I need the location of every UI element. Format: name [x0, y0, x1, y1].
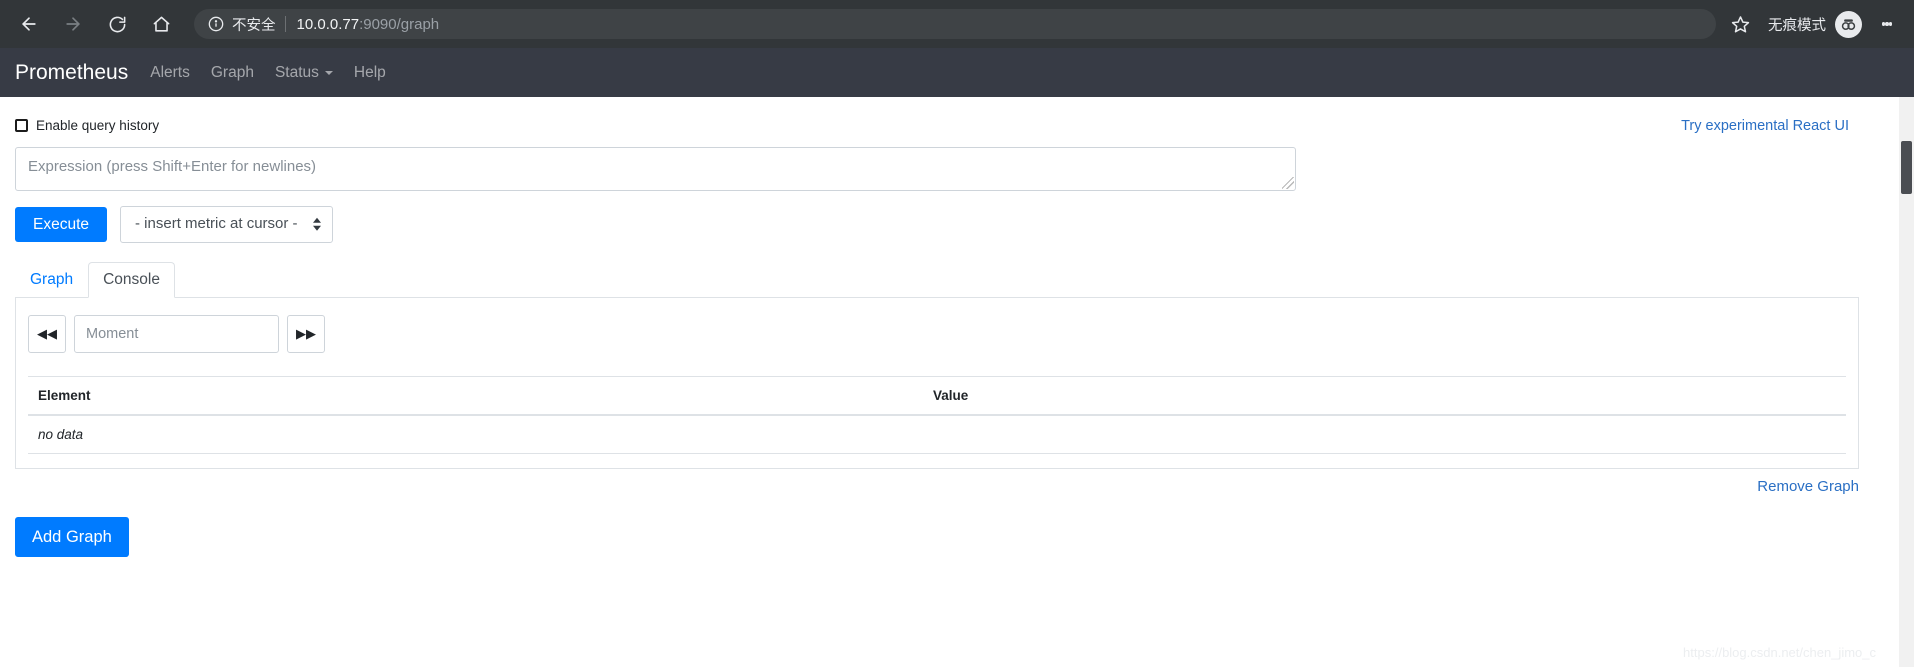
column-header-value: Value — [933, 375, 1846, 416]
table-row: no data — [28, 414, 1846, 454]
url-host: 10.0.0.77 — [296, 15, 360, 33]
url-text: 10.0.0.77:9090/graph — [297, 16, 440, 33]
incognito-spy-icon — [1835, 10, 1862, 38]
moment-controls-row: ◀◀ ▶▶ — [28, 314, 1846, 353]
reload-icon — [109, 16, 125, 32]
star-icon — [1731, 15, 1749, 33]
prometheus-navbar: Prometheus Alerts Graph Status Help — [0, 48, 1914, 97]
back-arrow-icon — [22, 17, 36, 31]
result-table-head: Element Value — [28, 375, 1846, 416]
step-backward-button[interactable]: ◀◀ — [28, 314, 66, 353]
try-react-ui-link[interactable]: Try experimental React UI — [1681, 118, 1849, 134]
nav-item-help-label: Help — [353, 63, 386, 81]
insert-metric-select[interactable]: - insert metric at cursor - — [120, 206, 334, 243]
add-graph-button[interactable]: Add Graph — [15, 516, 129, 557]
remove-graph-link[interactable]: Remove Graph — [1757, 478, 1859, 495]
metric-select-wrapper: - insert metric at cursor - — [120, 206, 334, 243]
incognito-label: 无痕模式 — [1768, 17, 1826, 34]
page-scrollbar[interactable] — [1899, 97, 1914, 667]
nav-item-status[interactable]: Status — [275, 64, 333, 82]
info-circle-icon[interactable] — [208, 16, 224, 32]
enable-query-history-checkbox[interactable] — [15, 119, 28, 132]
home-icon — [153, 16, 169, 32]
result-table: Element Value no data — [28, 375, 1846, 454]
watermark-text: https://blog.csdn.net/chen_jimo_c — [1683, 645, 1876, 660]
back-button[interactable] — [12, 7, 46, 41]
view-tabs: Graph Console — [15, 261, 1899, 298]
nav-item-status-label: Status — [274, 63, 319, 81]
no-data-cell: no data — [28, 414, 1846, 454]
reload-button[interactable] — [100, 7, 134, 41]
nav-item-alerts-label: Alerts — [150, 63, 190, 81]
expression-input[interactable] — [15, 147, 1296, 191]
bookmark-button[interactable] — [1724, 8, 1756, 40]
remove-graph-row: Remove Graph — [15, 478, 1859, 496]
query-controls-row: Execute - insert metric at cursor - — [15, 206, 1899, 243]
nav-item-help[interactable]: Help — [354, 64, 386, 82]
address-bar[interactable]: 不安全 10.0.0.77:9090/graph — [194, 9, 1716, 39]
nav-item-graph-label: Graph — [210, 63, 254, 81]
tab-console[interactable]: Console — [88, 261, 175, 298]
forward-arrow-icon — [66, 17, 80, 31]
column-header-element: Element — [28, 375, 933, 416]
browser-toolbar: 不安全 10.0.0.77:9090/graph 无痕模式 — [0, 0, 1914, 48]
incognito-indicator[interactable]: 无痕模式 — [1768, 10, 1862, 38]
three-dot-menu-icon[interactable] — [1872, 8, 1902, 40]
table-header-row: Element Value — [28, 375, 1846, 416]
omnibox-divider — [284, 16, 286, 32]
moment-input[interactable] — [74, 314, 279, 353]
console-panel: ◀◀ ▶▶ Element Value no data — [15, 296, 1859, 469]
url-path: :9090/graph — [359, 15, 440, 33]
result-table-body: no data — [28, 414, 1846, 454]
tab-graph[interactable]: Graph — [15, 262, 88, 298]
home-button[interactable] — [144, 7, 178, 41]
execute-button[interactable]: Execute — [15, 206, 108, 242]
nav-item-graph[interactable]: Graph — [211, 64, 254, 82]
enable-query-history-toggle[interactable]: Enable query history — [15, 118, 159, 133]
nav-item-alerts[interactable]: Alerts — [150, 64, 190, 82]
expression-field-wrapper — [15, 147, 1296, 191]
chevron-down-icon — [324, 70, 333, 75]
top-row: Enable query history Try experimental Re… — [15, 97, 1899, 134]
page-scrollbar-thumb[interactable] — [1901, 141, 1912, 194]
forward-button[interactable] — [56, 7, 90, 41]
enable-query-history-label: Enable query history — [36, 118, 160, 133]
step-forward-button[interactable]: ▶▶ — [287, 314, 325, 353]
page-content: Enable query history Try experimental Re… — [0, 97, 1914, 667]
brand-logo[interactable]: Prometheus — [15, 61, 128, 85]
security-status-text: 不安全 — [232, 17, 276, 34]
